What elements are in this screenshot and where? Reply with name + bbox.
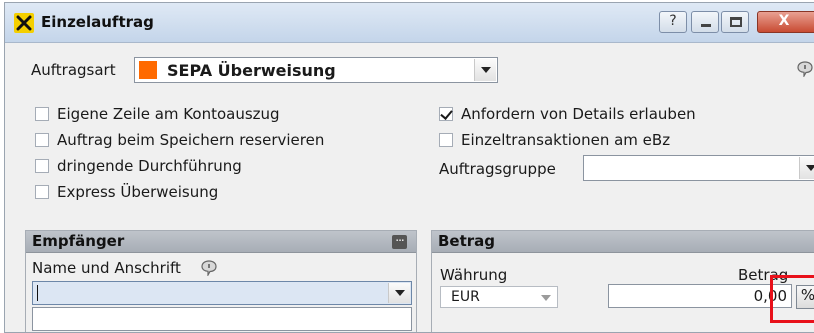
amount-panel: Betrag Währung EUR Betrag 0,00 % [431,230,814,332]
help-button[interactable]: ? [659,11,687,33]
address-line-input[interactable] [32,307,412,331]
option-own-statement-line[interactable]: Eigene Zeile am Kontoauszug [35,104,280,124]
close-button[interactable]: X [757,11,814,33]
checkbox[interactable] [35,159,49,173]
minimize-button[interactable] [691,11,719,33]
checkbox[interactable] [35,185,49,199]
minimize-icon [701,24,711,27]
option-express-transfer[interactable]: Express Überweisung [35,182,218,202]
order-type-value: SEPA Überweisung [167,61,336,80]
chevron-down-icon[interactable] [799,157,814,179]
recipient-panel: Empfänger ... Name und Anschrift [25,230,417,332]
text-caret [37,285,38,301]
checkbox[interactable] [439,133,453,147]
comment-icon[interactable] [201,260,217,276]
title-bar: Einzelauftrag ? X [5,3,814,43]
checkbox-label: Anfordern von Details erlauben [461,105,696,123]
close-icon: X [778,13,790,29]
order-type-label: Auftragsart [31,61,116,79]
einzelauftrag-window: Einzelauftrag ? X Auftragsart SEPA Überw… [4,2,814,333]
raiffeisen-logo-icon [14,13,34,33]
maximize-icon [730,17,742,27]
order-type-select[interactable]: SEPA Überweisung [134,57,498,83]
checkbox-label: Einzeltransaktionen am eBz [461,131,671,149]
checkbox[interactable] [35,133,49,147]
option-request-details[interactable]: Anfordern von Details erlauben [439,104,696,124]
checkbox-checked[interactable] [439,107,453,121]
option-urgent-execution[interactable]: dringende Durchführung [35,156,242,176]
checkbox-label: Express Überweisung [57,183,219,201]
highlight-annotation [770,275,814,323]
checkbox-label: Eigene Zeile am Kontoauszug [57,105,280,123]
currency-value: EUR [451,289,480,305]
help-icon: ? [669,13,677,29]
currency-label: Währung [440,266,508,284]
chevron-down-icon[interactable] [474,59,496,81]
chevron-down-icon[interactable] [541,295,551,301]
checkbox-label: dringende Durchführung [57,157,242,175]
checkbox[interactable] [35,107,49,121]
order-group-label: Auftragsgruppe [439,160,556,178]
window-title: Einzelauftrag [41,13,154,31]
option-single-transactions-ebz[interactable]: Einzeltransaktionen am eBz [439,130,670,150]
amount-input[interactable]: 0,00 [608,284,792,308]
sepa-color-swatch [139,61,157,79]
maximize-button[interactable] [721,11,749,33]
checkbox-label: Auftrag beim Speichern reservieren [57,131,325,149]
comment-icon[interactable] [797,61,813,77]
option-reserve-on-save[interactable]: Auftrag beim Speichern reservieren [35,130,324,150]
chevron-down-icon[interactable] [388,283,410,303]
name-address-label: Name und Anschrift [32,259,181,277]
ellipsis-icon: ... [395,230,404,244]
order-group-select[interactable] [583,155,814,181]
recipient-more-button[interactable]: ... [392,230,407,249]
currency-select[interactable]: EUR [440,286,558,308]
name-address-input[interactable] [32,281,412,305]
amount-panel-header: Betrag [432,231,814,253]
amount-panel-title: Betrag [438,232,496,250]
recipient-panel-title: Empfänger [32,232,125,250]
recipient-panel-header: Empfänger ... [26,230,416,253]
